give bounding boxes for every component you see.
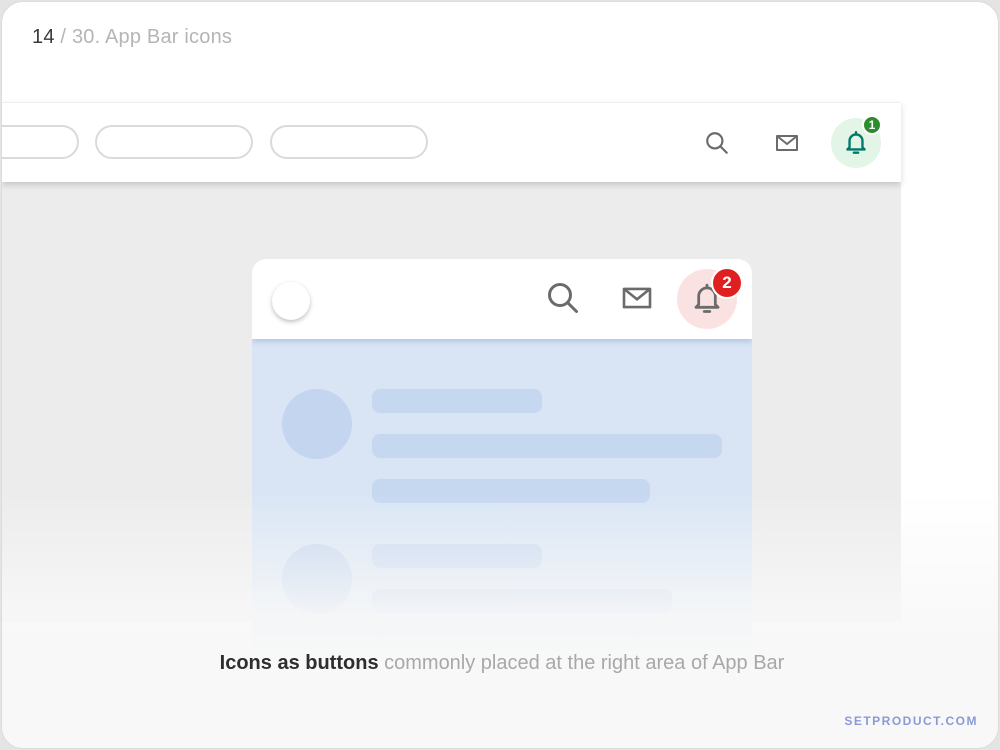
mail-icon xyxy=(622,287,652,309)
notification-badge: 1 xyxy=(862,115,882,135)
skeleton-line xyxy=(372,389,542,413)
search-button[interactable] xyxy=(538,273,588,323)
top-app-bar: 1 xyxy=(2,102,901,182)
caption-highlight: Icons as buttons xyxy=(219,652,379,674)
slide-separator: / xyxy=(54,26,72,48)
slide-title: 30. App Bar icons xyxy=(71,26,233,48)
avatar[interactable] xyxy=(272,282,310,320)
skeleton-line xyxy=(372,434,722,458)
brand-label: SETPRODUCT.COM xyxy=(844,714,978,728)
slide-frame: 14 / 30. App Bar icons 1 2 Icons as butt… xyxy=(1,1,999,749)
avatar-placeholder xyxy=(282,389,352,459)
bell-icon xyxy=(846,131,866,154)
caption: Icons as buttons commonly placed at the … xyxy=(2,652,998,675)
nav-pill-1[interactable] xyxy=(2,125,79,159)
caption-text: commonly placed at the right area of App… xyxy=(378,652,785,674)
bottom-fade xyxy=(2,492,998,748)
search-button[interactable] xyxy=(692,118,742,168)
notification-badge: 2 xyxy=(711,267,743,299)
slide-header: 14 / 30. App Bar icons xyxy=(32,26,232,49)
mail-icon xyxy=(776,135,798,151)
preview-app-bar: 2 xyxy=(252,259,752,339)
nav-pill-3[interactable] xyxy=(270,125,428,159)
search-icon xyxy=(548,283,578,313)
mail-button[interactable] xyxy=(762,118,812,168)
search-icon xyxy=(706,132,728,154)
nav-pill-2[interactable] xyxy=(95,125,253,159)
mail-button[interactable] xyxy=(612,273,662,323)
slide-counter: 14 xyxy=(32,26,55,48)
